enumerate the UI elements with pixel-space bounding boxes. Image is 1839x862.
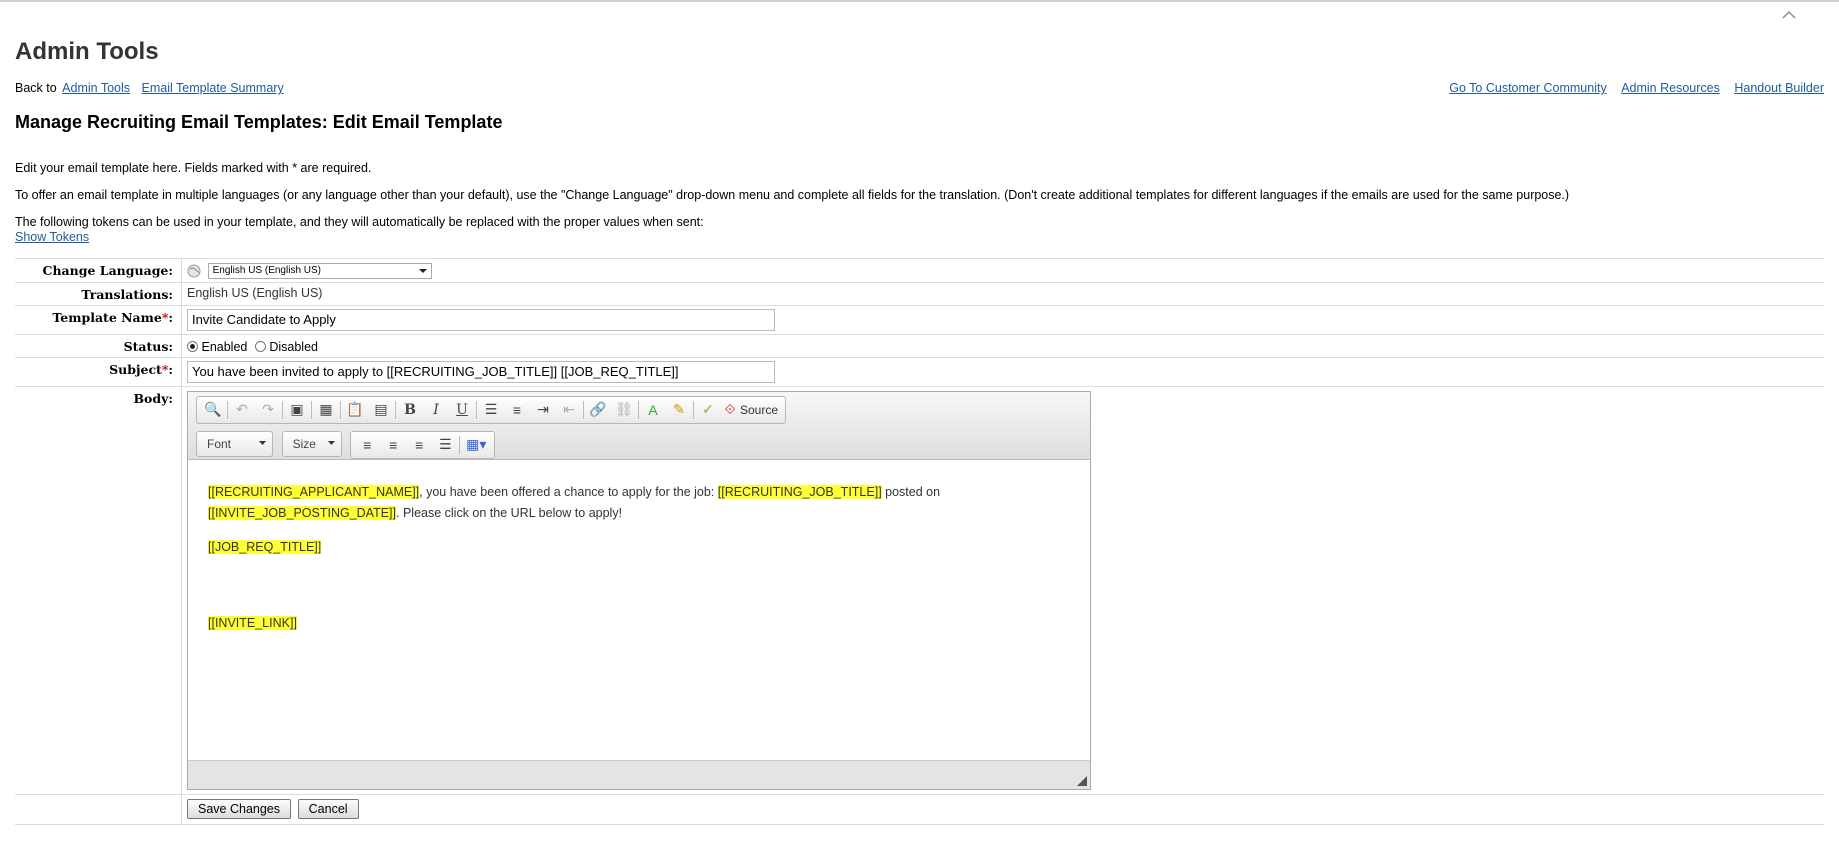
source-button-label[interactable]: Source: [739, 403, 782, 417]
intro-required-note: Edit your email template here. Fields ma…: [15, 161, 372, 175]
paste-text-icon[interactable]: 📋: [342, 399, 368, 421]
font-combo-label: Font: [207, 436, 232, 451]
align-left-icon[interactable]: ≡: [354, 434, 380, 456]
chevron-down-icon: [327, 441, 335, 446]
token-applicant-name: [[RECRUITING_APPLICANT_NAME]]: [208, 484, 420, 499]
change-language-select[interactable]: English US (English US): [207, 262, 432, 279]
unlink-icon[interactable]: ⛓: [611, 399, 637, 421]
undo-icon[interactable]: ↶: [229, 399, 255, 421]
link-admin-resources[interactable]: Admin Resources: [1621, 81, 1720, 95]
template-name-label: Template Name: [52, 309, 162, 325]
chevron-down-icon: [259, 441, 266, 446]
save-changes-button[interactable]: Save Changes: [187, 798, 292, 819]
status-label: Status:: [15, 333, 182, 358]
numbered-list-icon[interactable]: ☰: [478, 399, 504, 421]
status-enabled-radio[interactable]: [187, 340, 198, 352]
top-right-links: Go To Customer Community Admin Resources…: [1438, 81, 1824, 95]
intro-language-note: To offer an email template in multiple l…: [15, 188, 1570, 202]
spellcheck-icon[interactable]: ✓: [695, 399, 721, 421]
chevron-down-icon: [418, 268, 427, 273]
change-language-value: English US (English US): [212, 265, 321, 277]
text-color-icon[interactable]: A: [640, 399, 666, 421]
back-prefix: Back to: [15, 81, 57, 95]
preview-icon[interactable]: 🔍: [200, 399, 226, 421]
bold-icon[interactable]: B: [397, 399, 423, 421]
email-template-form: Change Language: English US (English US)…: [15, 258, 1824, 825]
link-handout-builder[interactable]: Handout Builder: [1734, 81, 1824, 95]
intro-tokens-note: The following tokens can be used in your…: [15, 215, 704, 229]
editor-toolbar: 🔍 ↶ ↷ ▣ ▦ 📋 ▤ B I U ☰ ≡ ⇥ ⇤ 🔗 ⛓ A ✎ ✓ ⟐ …: [188, 391, 1090, 460]
body-label: Body:: [15, 385, 182, 795]
body-paragraph-3: [[INVITE_LINK]]: [208, 613, 1070, 634]
page-heading: Manage Recruiting Email Templates: Edit …: [15, 112, 503, 132]
status-disabled-label: Disabled: [269, 339, 318, 354]
size-combo[interactable]: Size: [281, 430, 342, 457]
table-icon[interactable]: ▦: [313, 399, 339, 421]
row-template-name: Template Name*:: [15, 304, 1824, 335]
token-job-title: [[RECRUITING_JOB_TITLE]]: [717, 484, 882, 499]
status-disabled-radio[interactable]: [254, 340, 266, 352]
token-posting-date: [[INVITE_JOB_POSTING_DATE]]: [208, 505, 397, 520]
row-change-language: Change Language: English US (English US): [15, 258, 1824, 283]
show-tokens-link[interactable]: Show Tokens: [15, 230, 89, 244]
chevron-up-icon[interactable]: [1777, 7, 1801, 23]
indent-icon[interactable]: ⇥: [530, 399, 556, 421]
row-body: Body: 🔍 ↶ ↷ ▣ ▦ 📋 ▤ B I U ☰ ≡ ⇥ ⇤ 🔗 ⛓ A …: [15, 385, 1824, 795]
subject-input[interactable]: [187, 360, 775, 383]
styles-menu-icon[interactable]: ▦▾: [461, 434, 491, 456]
redo-icon[interactable]: ↷: [255, 399, 281, 421]
back-link-email-template-summary[interactable]: Email Template Summary: [142, 81, 284, 95]
row-actions: Save Changes Cancel: [15, 793, 1824, 825]
link-icon[interactable]: 🔗: [585, 399, 611, 421]
link-customer-community[interactable]: Go To Customer Community: [1449, 81, 1606, 95]
align-justify-icon[interactable]: ☰: [432, 434, 458, 456]
bulleted-list-icon[interactable]: ≡: [504, 399, 530, 421]
body-paragraph-2: [[JOB_REQ_TITLE]]: [208, 537, 1070, 558]
align-center-icon[interactable]: ≡: [380, 434, 406, 456]
toolbar-group-main: 🔍 ↶ ↷ ▣ ▦ 📋 ▤ B I U ☰ ≡ ⇥ ⇤ 🔗 ⛓ A ✎ ✓ ⟐ …: [196, 395, 787, 424]
align-right-icon[interactable]: ≡: [406, 434, 432, 456]
editor-content[interactable]: [[RECRUITING_APPLICANT_NAME]], you have …: [188, 460, 1090, 760]
token-job-req-title: [[JOB_REQ_TITLE]]: [208, 539, 322, 554]
translations-value: English US (English US): [181, 281, 1824, 306]
token-invite-link: [[INVITE_LINK]]: [208, 615, 297, 630]
status-enabled-label: Enabled: [201, 339, 248, 354]
body-paragraph-1: [[RECRUITING_APPLICANT_NAME]], you have …: [208, 484, 941, 520]
cancel-button[interactable]: Cancel: [297, 798, 359, 819]
paste-word-icon[interactable]: ▤: [368, 399, 394, 421]
image-icon[interactable]: ▣: [284, 399, 310, 421]
toolbar-group-align: ≡ ≡ ≡ ☰ ▦▾: [350, 430, 496, 459]
resize-grip-icon[interactable]: [1077, 775, 1087, 786]
globe-icon: [187, 264, 201, 278]
outdent-icon[interactable]: ⇤: [556, 399, 582, 421]
row-status: Status: Enabled Disabled: [15, 333, 1824, 358]
source-icon[interactable]: ⟐: [721, 399, 739, 421]
template-name-input[interactable]: [187, 308, 775, 331]
highlight-icon[interactable]: ✎: [666, 399, 692, 421]
back-link-admin-tools[interactable]: Admin Tools: [62, 81, 130, 95]
subject-label: Subject: [109, 361, 162, 377]
breadcrumb: Back to Admin Tools Email Template Summa…: [15, 81, 284, 95]
row-subject: Subject*:: [15, 356, 1824, 387]
size-combo-label: Size: [292, 436, 316, 451]
row-translations: Translations: English US (English US): [15, 281, 1824, 306]
underline-icon[interactable]: U: [449, 399, 475, 421]
editor-footer: [188, 759, 1090, 789]
app-title: Admin Tools: [15, 38, 159, 65]
font-combo[interactable]: Font: [196, 430, 273, 457]
italic-icon[interactable]: I: [423, 399, 449, 421]
toolbar-row-2: Font Size ≡ ≡ ≡ ☰ ▦▾: [196, 430, 1082, 459]
translations-label: Translations:: [15, 281, 182, 306]
change-language-label: Change Language:: [15, 258, 182, 283]
rich-text-editor: 🔍 ↶ ↷ ▣ ▦ 📋 ▤ B I U ☰ ≡ ⇥ ⇤ 🔗 ⛓ A ✎ ✓ ⟐ …: [187, 390, 1091, 790]
